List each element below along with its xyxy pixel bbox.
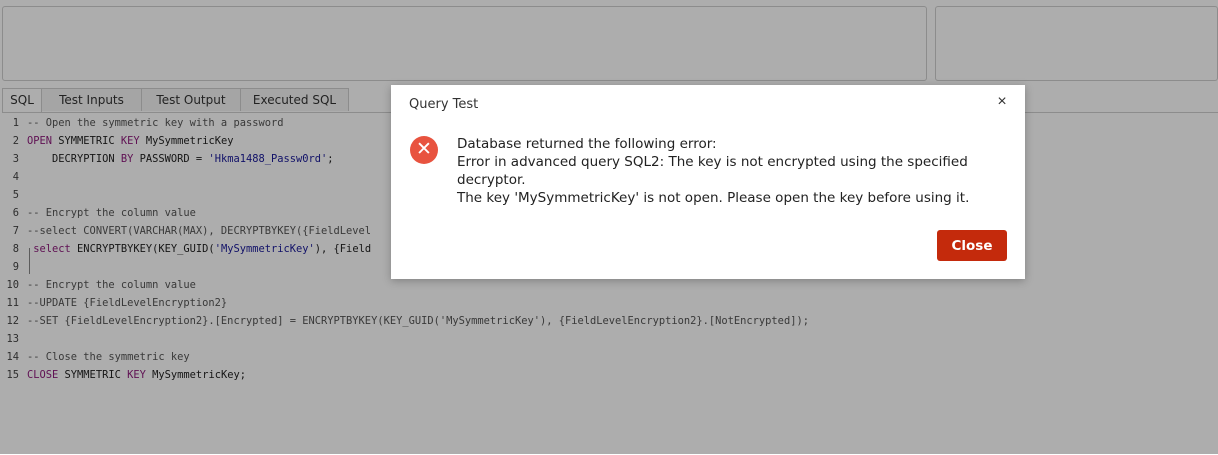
error-icon: ✕ — [410, 136, 438, 164]
close-button[interactable]: Close — [937, 230, 1007, 261]
error-message: Database returned the following error: E… — [457, 135, 997, 207]
dialog-title: Query Test — [409, 97, 479, 112]
close-icon[interactable]: × — [992, 92, 1012, 112]
error-message-line: Database returned the following error: — [457, 136, 717, 152]
error-message-line: Error in advanced query SQL2: The key is… — [457, 154, 968, 188]
error-message-line: The key 'MySymmetricKey' is not open. Pl… — [457, 190, 970, 206]
query-test-dialog: Query Test × ✕ Database returned the fol… — [391, 85, 1025, 279]
